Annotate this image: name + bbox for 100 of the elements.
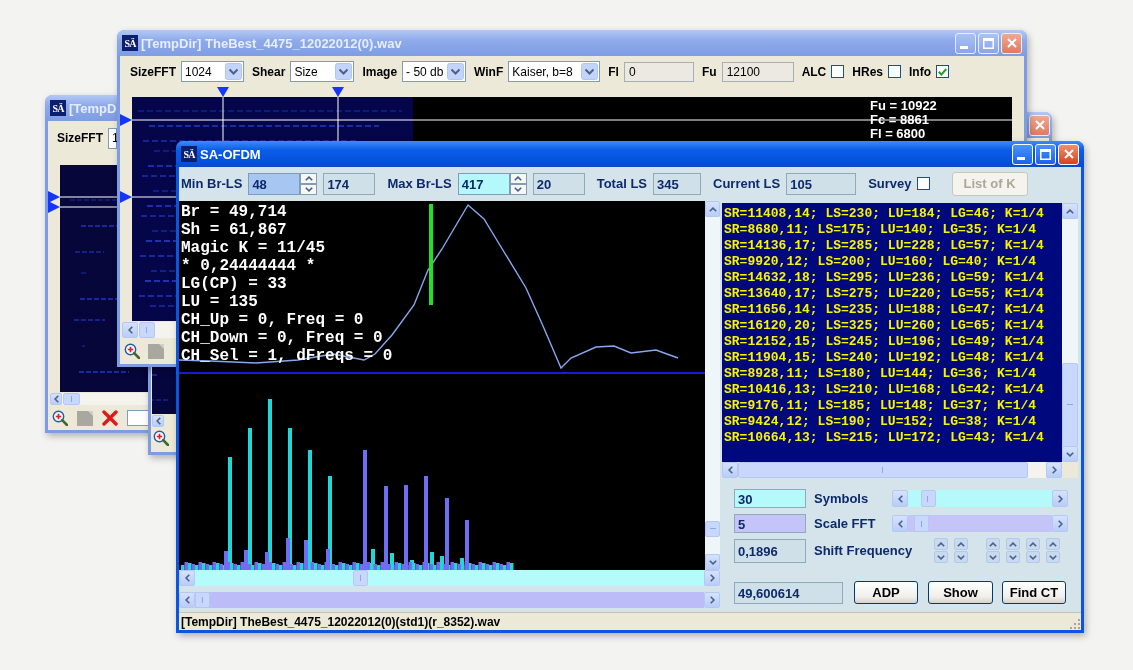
input-field[interactable]: 0: [623, 61, 694, 82]
scroll-left-button[interactable]: [50, 393, 62, 405]
zoom-in-icon[interactable]: [153, 430, 169, 446]
number-field[interactable]: 417: [457, 172, 510, 195]
cursor-marker[interactable]: [120, 114, 1012, 126]
scroll-left-button[interactable]: [179, 592, 195, 608]
list-item[interactable]: SR=12152,15; LS=245; LU=196; LG=49; K=1/4: [724, 334, 1062, 350]
cursor-marker[interactable]: [217, 87, 229, 142]
spin-up-button[interactable]: [934, 538, 949, 550]
scroll-thumb[interactable]: [139, 322, 155, 338]
scrollbar-corner: [1062, 462, 1078, 478]
chevron-down-icon: [1029, 554, 1038, 560]
list-item[interactable]: SR=11408,14; LS=230; LU=184; LG=46; K=1/4: [724, 206, 1062, 222]
zoom-in-icon[interactable]: [124, 343, 140, 359]
minimize-button[interactable]: [955, 32, 976, 54]
list-item[interactable]: SR=11656,14; LS=235; LU=188; LG=47; K=1/4: [724, 302, 1062, 318]
scroll-down-button[interactable]: [705, 554, 720, 570]
slider-thumb[interactable]: [920, 490, 936, 507]
checkbox[interactable]: [936, 65, 949, 78]
list-item[interactable]: SR=9424,12; LS=190; LU=152; LG=38; K=1/4: [724, 414, 1062, 430]
scroll-left-button[interactable]: [892, 490, 908, 507]
spin-down-button[interactable]: [986, 551, 1001, 563]
chevron-left-icon: [155, 417, 161, 425]
cursor-marker[interactable]: [48, 201, 118, 213]
scroll-right-button[interactable]: [1052, 490, 1068, 507]
number-field[interactable]: 0,1896: [734, 538, 806, 563]
scroll-right-button[interactable]: [1052, 515, 1068, 532]
spin-up-button[interactable]: [1026, 538, 1041, 550]
scroll-left-button[interactable]: [722, 462, 738, 478]
list-item[interactable]: SR=10664,13; LS=215; LU=172; LG=43; K=1/4: [724, 430, 1062, 446]
list-item[interactable]: SR=8680,11; LS=175; LU=140; LG=35; K=1/4: [724, 222, 1062, 238]
list-item[interactable]: SR=14136,17; LS=285; LU=228; LG=57; K=1/4: [724, 238, 1062, 254]
spin-down-button[interactable]: [1006, 551, 1021, 563]
input-field[interactable]: 12100: [721, 61, 794, 82]
spin-down-button[interactable]: [934, 551, 949, 563]
checkbox[interactable]: [916, 177, 930, 190]
cursor-marker[interactable]: [332, 87, 344, 142]
field-label: Fu: [701, 64, 717, 79]
scroll-thumb[interactable]: [1062, 363, 1078, 447]
number-field[interactable]: 5: [734, 514, 806, 533]
chevron-right-icon: [1051, 466, 1057, 474]
spin-up-button[interactable]: [1006, 538, 1021, 550]
list-item[interactable]: SR=13640,17; LS=275; LU=220; LG=55; K=1/4: [724, 286, 1062, 302]
close-button[interactable]: [1029, 114, 1050, 136]
list-item[interactable]: SR=9920,12; LS=200; LU=160; LG=40; K=1/4: [724, 254, 1062, 270]
number-field[interactable]: 48: [248, 172, 301, 195]
chevron-up-icon: [957, 541, 966, 547]
input-field[interactable]: [127, 410, 150, 426]
list-item[interactable]: SR=10416,13; LS=210; LU=168; LG=42; K=1/4: [724, 382, 1062, 398]
list-item[interactable]: SR=8928,11; LS=180; LU=144; LG=36; K=1/4: [724, 366, 1062, 382]
close-button[interactable]: [1001, 32, 1022, 54]
scroll-thumb[interactable]: [705, 521, 720, 537]
chevron-right-icon: [709, 574, 715, 582]
spin-down-button[interactable]: [300, 183, 318, 195]
scroll-thumb[interactable]: [353, 570, 368, 586]
readout-text: Fu = 10922: [870, 99, 937, 113]
spin-down-button[interactable]: [509, 183, 527, 195]
chevron-down-icon: [225, 63, 242, 80]
maximize-button[interactable]: [978, 32, 999, 54]
spin-up-button[interactable]: [509, 172, 527, 184]
scroll-right-button[interactable]: [704, 592, 720, 608]
scroll-right-button[interactable]: [704, 570, 720, 586]
spin-down-button[interactable]: [1046, 551, 1061, 563]
spin-up-button[interactable]: [300, 172, 318, 184]
zoom-in-icon[interactable]: [52, 410, 68, 426]
cursor-marker[interactable]: [48, 191, 118, 203]
scroll-left-button[interactable]: [152, 415, 164, 427]
list-item[interactable]: SR=9176,11; LS=185; LU=148; LG=37; K=1/4: [724, 398, 1062, 414]
spin-down-button[interactable]: [1026, 551, 1041, 563]
scroll-right-button[interactable]: [1046, 462, 1062, 478]
spin-down-button[interactable]: [954, 551, 969, 563]
scroll-left-button[interactable]: [892, 515, 908, 532]
action-button[interactable]: Show: [928, 581, 993, 604]
scroll-up-button[interactable]: [705, 201, 720, 217]
dropdown[interactable]: 1024: [181, 61, 244, 82]
dropdown[interactable]: Kaiser, b=8: [508, 61, 601, 82]
scroll-thumb[interactable]: [63, 393, 80, 405]
spin-up-button[interactable]: [986, 538, 1001, 550]
dropdown[interactable]: Size: [290, 61, 355, 82]
cursor-marker[interactable]: [120, 191, 177, 203]
slider-thumb[interactable]: [914, 515, 930, 532]
chevron-down-icon: [514, 186, 523, 192]
spin-up-button[interactable]: [1046, 538, 1061, 550]
checkbox[interactable]: [831, 65, 845, 78]
scroll-thumb[interactable]: [195, 592, 210, 608]
scroll-up-button[interactable]: [1062, 203, 1078, 219]
list-item[interactable]: SR=11904,15; LS=240; LU=192; LG=48; K=1/4: [724, 350, 1062, 366]
scroll-down-button[interactable]: [1062, 446, 1078, 462]
list-item[interactable]: SR=16120,20; LS=325; LU=260; LG=65; K=1/4: [724, 318, 1062, 334]
scroll-left-button[interactable]: [179, 570, 195, 586]
action-button[interactable]: Find CT: [1002, 581, 1066, 604]
number-field[interactable]: 30: [734, 489, 806, 508]
spin-up-button[interactable]: [954, 538, 969, 550]
scroll-left-button[interactable]: [122, 322, 138, 338]
readout-text: CH_Down = 0, Freq = 0: [181, 329, 384, 347]
delete-icon[interactable]: [102, 410, 118, 426]
dropdown[interactable]: - 50 db: [402, 61, 467, 82]
checkbox[interactable]: [888, 65, 901, 78]
list-item[interactable]: SR=14632,18; LS=295; LU=236; LG=59; K=1/4: [724, 270, 1062, 286]
action-button[interactable]: ADP: [854, 581, 918, 604]
